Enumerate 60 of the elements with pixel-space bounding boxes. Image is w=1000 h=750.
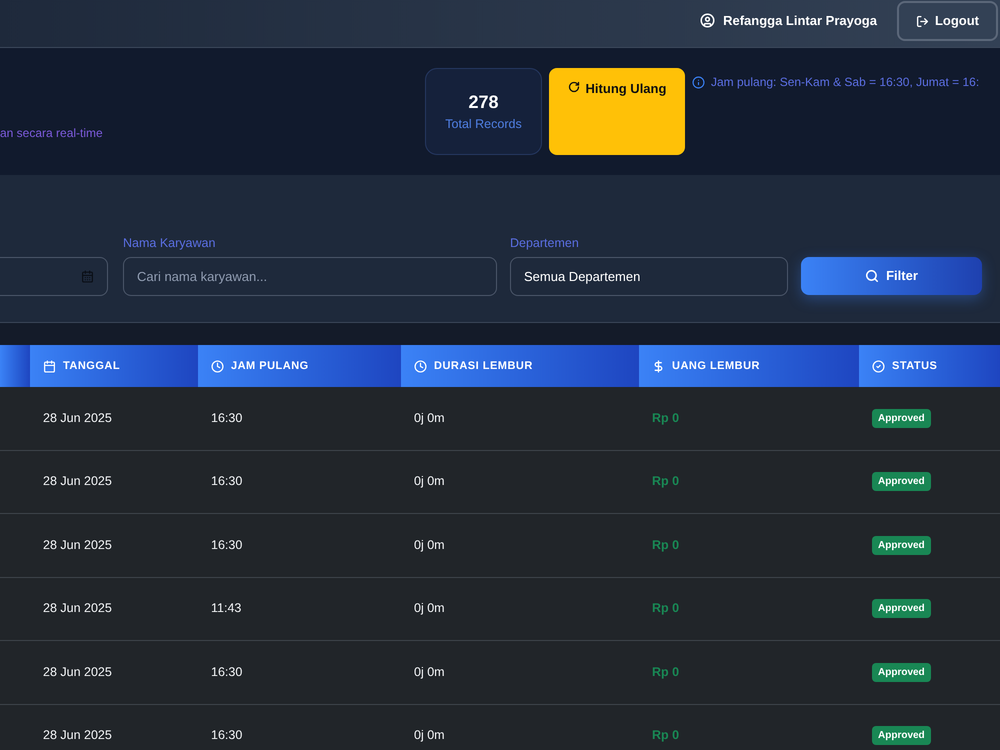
- table-header-cell: [0, 345, 30, 387]
- table-cell-text: 0j 0m: [414, 600, 445, 618]
- table-cell-text: 0j 0m: [414, 410, 445, 427]
- subtitle-text: an secara real-time: [0, 126, 103, 140]
- table-cell-text: 28 Jun 2025: [43, 473, 112, 490]
- table-cell-text: 11:43: [211, 600, 242, 618]
- table-cell-text: 28 Jun 2025: [43, 664, 112, 681]
- calendar-icon: [43, 360, 56, 372]
- table-cell-text: Rp 0: [652, 600, 680, 618]
- stats-value: 278: [468, 91, 499, 113]
- input-field[interactable]: Cari nama karyawan...: [123, 257, 497, 296]
- status-badge: Approved: [872, 536, 931, 555]
- table-cell-text: 0j 0m: [414, 536, 445, 554]
- status-badge: Approved: [872, 599, 931, 618]
- table-cell-text: 28 Jun 2025: [43, 727, 112, 744]
- table-cell-text: Rp 0: [652, 536, 680, 554]
- column-title: TANGGAL: [63, 358, 120, 374]
- table-cell-text: 28 Jun 2025: [43, 536, 112, 554]
- table-cell-text: 0j 0m: [414, 473, 445, 490]
- table-cell-text: 16:30: [211, 664, 242, 681]
- status-badge: Approved: [872, 726, 931, 746]
- column-title: JAM PULANG: [231, 358, 309, 374]
- table-cell-text: Rp 0: [652, 664, 680, 681]
- stats-label: Total Records: [445, 116, 522, 132]
- table-cell-text: 28 Jun 2025: [43, 600, 112, 618]
- table-cell-text: 16:30: [211, 536, 242, 554]
- user-icon: [700, 13, 716, 28]
- column-title: DURASI LEMBUR: [434, 358, 533, 374]
- table-cell-text: 16:30: [211, 473, 242, 490]
- select-field[interactable]: Semua Departemen: [510, 257, 788, 296]
- column-title: UANG LEMBUR: [672, 358, 760, 374]
- clock-icon: [211, 360, 224, 372]
- clock-icon: [414, 360, 427, 372]
- table-cell-text: Rp 0: [652, 410, 680, 427]
- dollar-icon: [652, 360, 665, 372]
- table-cell-text: 16:30: [211, 410, 242, 427]
- check-circle-icon: [872, 360, 885, 372]
- calendar-icon: [81, 270, 94, 283]
- info-text: Jam pulang: Sen-Kam & Sab = 16:30, Jumat = 16:: [711, 74, 980, 91]
- filter-button[interactable]: Filter: [801, 257, 982, 295]
- status-badge: Approved: [872, 408, 931, 428]
- table-cell-text: 16:30: [211, 727, 242, 744]
- refresh-icon: [568, 81, 580, 93]
- table-cell-text: 28 Jun 2025: [43, 410, 112, 427]
- table-cell-text: 0j 0m: [414, 664, 445, 681]
- info-icon: [692, 76, 705, 88]
- status-badge: Approved: [872, 472, 931, 492]
- field-label: Departemen: [510, 235, 580, 251]
- search-icon: [865, 269, 880, 283]
- column-title: STATUS: [892, 358, 938, 374]
- field-label: Nama Karyawan: [123, 235, 216, 251]
- status-badge: Approved: [872, 662, 931, 682]
- logout-icon: [916, 14, 929, 28]
- table-cell-text: 0j 0m: [414, 727, 445, 744]
- logout-button[interactable]: Logout: [896, 1, 998, 41]
- table-cell-text: Rp 0: [652, 473, 680, 490]
- table-cell-text: Rp 0: [652, 727, 680, 744]
- recalculate-button[interactable]: Hitung Ulang: [549, 68, 685, 155]
- date-field[interactable]: [0, 257, 108, 296]
- user-name: Refangga Lintar Prayoga: [723, 12, 877, 30]
